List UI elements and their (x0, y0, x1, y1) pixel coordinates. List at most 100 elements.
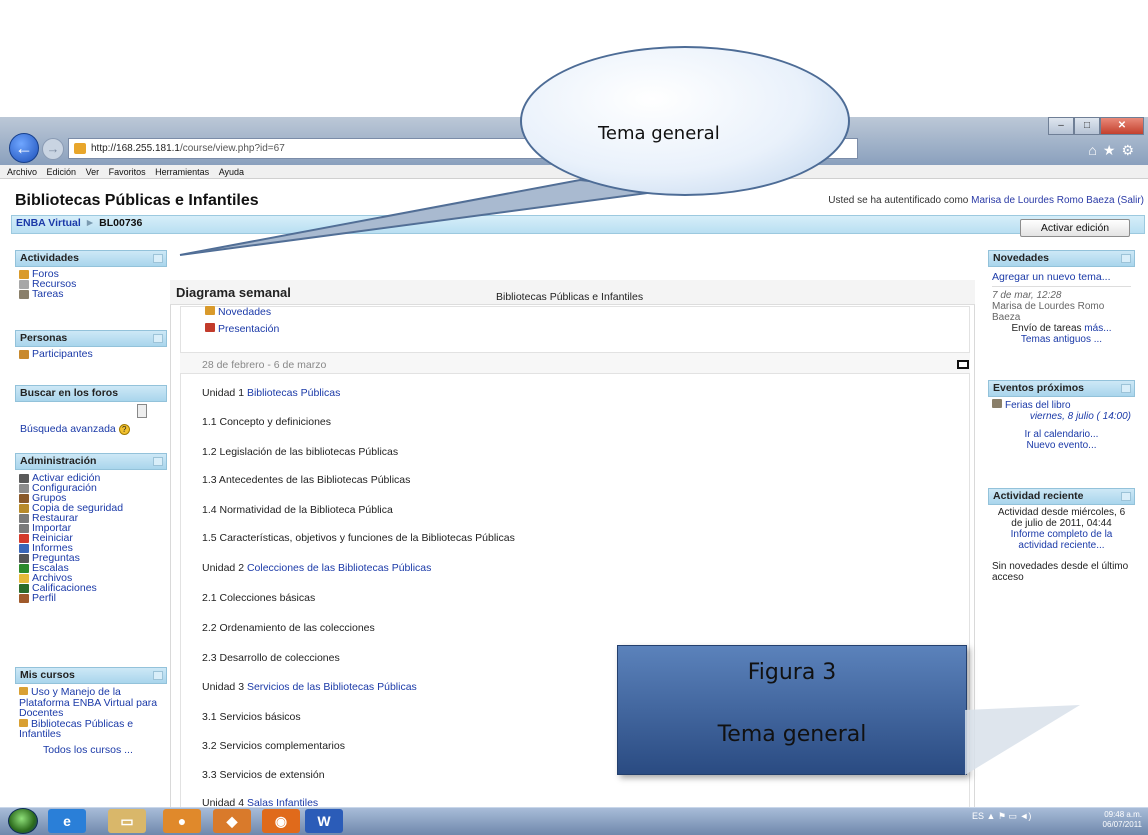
user-link[interactable]: Marisa de Lourdes Romo Baeza (971, 195, 1114, 206)
search-header: Buscar en los foros (15, 385, 167, 402)
collapse-icon[interactable] (153, 334, 163, 343)
ie-taskbar-icon[interactable]: e (48, 809, 86, 833)
collapse-icon[interactable] (1121, 492, 1131, 501)
start-button[interactable] (8, 808, 38, 834)
topic-link[interactable]: Colecciones de las Bibliotecas Públicas (247, 562, 431, 574)
reports-icon (19, 543, 29, 553)
clock[interactable]: 09:48 a.m. 06/07/2011 (1103, 810, 1142, 830)
tray-icons[interactable]: ▲ ⚑ ▭ ◄) (987, 811, 1032, 821)
events-block: Eventos próximos Ferias del libro vierne… (988, 380, 1135, 453)
menu-archivo[interactable]: Archivo (7, 165, 37, 179)
back-button[interactable]: ← (9, 133, 39, 163)
language-indicator[interactable]: ES (972, 811, 984, 821)
full-report-link[interactable]: Informe completo de la actividad recient… (1011, 529, 1113, 551)
new-event-link[interactable]: Nuevo evento... (1026, 440, 1096, 451)
course-link[interactable]: Uso y Manejo de la Plataforma ENBA Virtu… (19, 686, 157, 719)
collapse-icon[interactable] (153, 457, 163, 466)
word-taskbar-icon[interactable]: W (305, 809, 343, 833)
toolbar-icons: ⌂★⚙ (1088, 142, 1140, 159)
menu-ver[interactable]: Ver (86, 165, 100, 179)
topic-label: 1.5 Características, objetivos y funcion… (202, 532, 515, 544)
people-title: Personas (20, 332, 68, 344)
breadcrumb-root[interactable]: ENBA Virtual (16, 217, 81, 229)
topic-link[interactable]: Servicios de las Bibliotecas Públicas (247, 681, 417, 693)
event-link[interactable]: Ferias del libro (1005, 400, 1071, 411)
news-title: Novedades (993, 252, 1050, 264)
reset-icon (19, 533, 29, 543)
edit-icon (19, 473, 29, 483)
course-icon (19, 718, 28, 727)
topic-label: 1.1 Concepto y definiciones (202, 416, 331, 428)
topic-row: 1.5 Características, objetivos y funcion… (202, 532, 515, 544)
show-week-icon[interactable] (957, 360, 969, 369)
figure-box-tail (965, 705, 1080, 775)
advanced-search-link[interactable]: Búsqueda avanzada (20, 423, 116, 435)
topic-row: 2.2 Ordenamiento de las colecciones (202, 622, 375, 634)
collapse-icon[interactable] (153, 671, 163, 680)
course-item[interactable]: Uso y Manejo de la Plataforma ENBA Virtu… (19, 687, 163, 719)
news-more-link[interactable]: más... (1084, 323, 1111, 334)
news-header: Novedades (988, 250, 1135, 267)
topic-label: 2.1 Colecciones básicas (202, 592, 316, 604)
star-icon[interactable]: ★ (1103, 142, 1122, 158)
participants-link[interactable]: Participantes (32, 349, 93, 360)
topic-link[interactable]: Bibliotecas Públicas (247, 387, 340, 399)
all-courses-link[interactable]: Todos los cursos ... (43, 744, 133, 756)
search-block: Buscar en los foros Búsqueda avanzada ? (15, 385, 167, 443)
activities-block: Actividades Foros Recursos Tareas (15, 250, 167, 301)
activate-edit-button[interactable]: Activar edición (1020, 219, 1130, 237)
media-taskbar-icon[interactable]: ● (163, 809, 201, 833)
menu-edicion[interactable]: Edición (47, 165, 77, 179)
backup-icon (19, 503, 29, 513)
admin-link[interactable]: Perfil (32, 593, 56, 604)
recent-header: Actividad reciente (988, 488, 1135, 505)
participants-item[interactable]: Participantes (19, 349, 163, 359)
admin-item[interactable]: Perfil (19, 593, 163, 603)
people-block: Personas Participantes (15, 330, 167, 361)
participants-icon (19, 349, 29, 359)
collapse-icon[interactable] (1121, 384, 1131, 393)
news-link-row[interactable]: Novedades (205, 306, 271, 318)
paint-taskbar-icon[interactable]: ◆ (213, 809, 251, 833)
presentation-link-row[interactable]: Presentación (205, 323, 279, 335)
news-link[interactable]: Novedades (218, 306, 271, 318)
topic-row: 3.1 Servicios básicos (202, 711, 301, 723)
system-tray: ES ▲ ⚑ ▭ ◄) (972, 811, 1031, 822)
presentation-link[interactable]: Presentación (218, 323, 279, 335)
firefox-taskbar-icon[interactable]: ◉ (262, 809, 300, 833)
activity-link[interactable]: Tareas (32, 289, 64, 300)
no-news: Sin novedades desde el último acceso (992, 561, 1129, 583)
close-button[interactable]: ✕ (1100, 117, 1144, 135)
courses-header: Mis cursos (15, 667, 167, 684)
minimize-button[interactable]: – (1048, 117, 1074, 135)
logout-link[interactable]: (Salir) (1117, 195, 1144, 206)
topic-label: Unidad 3 (202, 681, 245, 693)
event-date-link[interactable]: viernes, 8 julio ( 14:00) (1030, 411, 1131, 422)
course-link[interactable]: Bibliotecas Públicas e Infantiles (19, 718, 133, 741)
maximize-button[interactable]: □ (1074, 117, 1100, 135)
week-date: 28 de febrero - 6 de marzo (202, 359, 327, 371)
old-topics-link[interactable]: Temas antiguos ... (1021, 334, 1102, 345)
add-topic-link[interactable]: Agregar un nuevo tema... (992, 271, 1111, 283)
help-icon[interactable]: ? (118, 424, 130, 435)
gear-icon[interactable]: ⚙ (1121, 142, 1140, 158)
calendar-link[interactable]: Ir al calendario... (1025, 429, 1099, 440)
activity-item-tareas[interactable]: Tareas (19, 289, 163, 299)
topic-label: 2.2 Ordenamiento de las colecciones (202, 622, 375, 634)
search-go-button[interactable] (137, 404, 147, 418)
collapse-icon[interactable] (1121, 254, 1131, 263)
forward-button[interactable]: → (42, 138, 64, 160)
explorer-taskbar-icon[interactable]: ▭ (108, 809, 146, 833)
login-info: Usted se ha autentificado como Marisa de… (828, 195, 1144, 206)
home-icon[interactable]: ⌂ (1088, 142, 1102, 158)
topic-row: 1.3 Antecedentes de las Bibliotecas Públ… (202, 474, 410, 486)
activities-header: Actividades (15, 250, 167, 267)
event-icon (992, 399, 1002, 408)
breadcrumb-separator: ► (84, 217, 96, 229)
topic-label: 3.1 Servicios básicos (202, 711, 301, 723)
recent-title: Actividad reciente (993, 490, 1084, 502)
topic-label: 3.2 Servicios complementarios (202, 740, 345, 752)
admin-title: Administración (20, 455, 97, 467)
menu-favoritos[interactable]: Favoritos (109, 165, 146, 179)
course-item[interactable]: Bibliotecas Públicas e Infantiles (19, 718, 163, 741)
